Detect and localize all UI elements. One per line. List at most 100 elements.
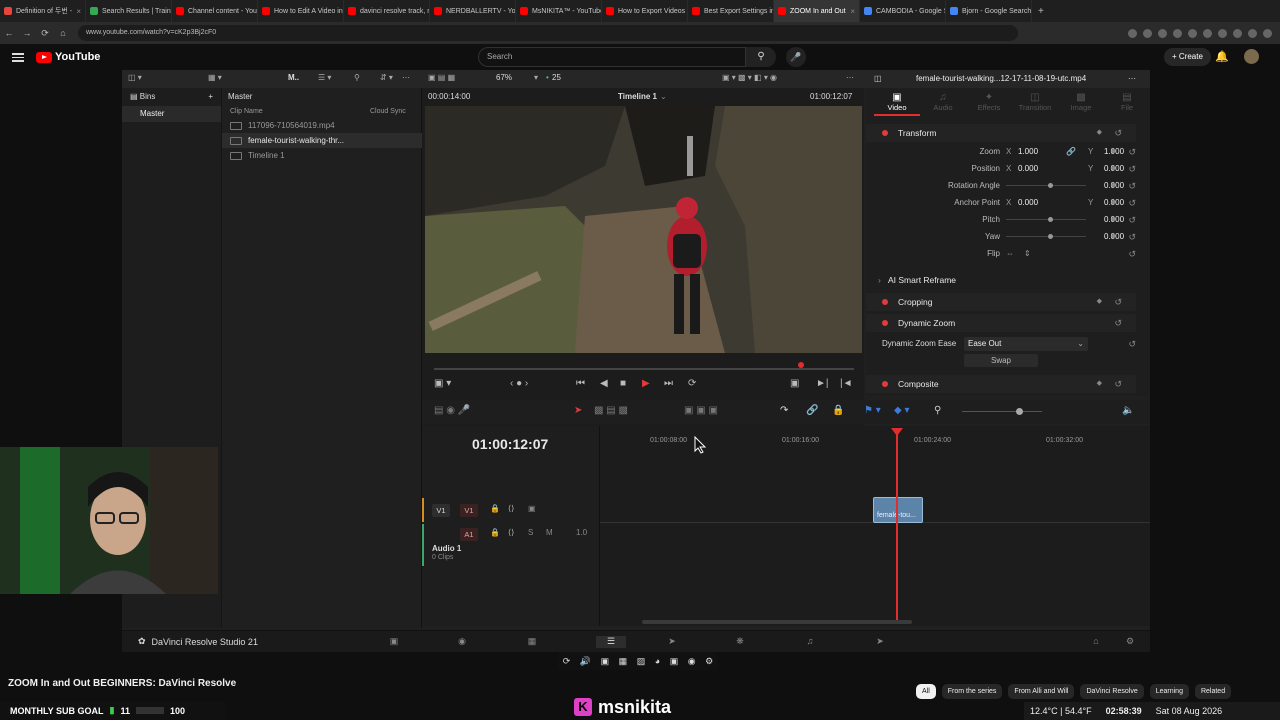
extension-icon[interactable] <box>1233 28 1242 38</box>
timeline-zoom-handle[interactable] <box>1016 408 1023 415</box>
url-field[interactable]: www.youtube.com/watch?v=cK2p3Bj2cF0 <box>78 25 1018 41</box>
filter-chip[interactable]: From Alli and Will <box>1008 684 1075 699</box>
cut-page-icon[interactable]: ◉ <box>456 636 468 648</box>
extension-icon[interactable] <box>1173 28 1182 38</box>
ai-smart-reframe-header[interactable]: › AI Smart Reframe <box>866 271 1136 289</box>
close-tab-icon[interactable]: × <box>850 7 855 16</box>
reset-icon[interactable]: ↺ <box>1128 212 1136 228</box>
enabled-dot-icon[interactable] <box>882 320 888 326</box>
expand-chevron-icon[interactable]: › <box>878 271 881 289</box>
reset-icon[interactable]: ↺ <box>1128 246 1136 262</box>
deliver-page-icon[interactable]: ➤ <box>874 636 886 648</box>
timeline-ruler[interactable]: 01:00:08:00 01:00:16:00 01:00:24:00 01:0… <box>600 426 1150 454</box>
new-tab-icon[interactable]: + <box>1038 6 1044 17</box>
settings-gear-icon[interactable]: ⚙ <box>1124 636 1136 648</box>
viewer-zoom-select[interactable]: 67% <box>496 70 512 86</box>
match-frame-icon[interactable]: ▣ <box>790 378 799 389</box>
rotation-slider[interactable] <box>1006 185 1086 186</box>
create-button[interactable]: + Create <box>1164 48 1211 66</box>
play-reverse-icon[interactable]: ◀ <box>600 378 608 389</box>
extension-icon[interactable] <box>1158 28 1167 38</box>
inspector-tab[interactable]: ▩ Image <box>1058 92 1104 112</box>
fairlight-page-icon[interactable]: ♫ <box>804 636 816 648</box>
reset-icon[interactable]: ↺ <box>1128 144 1136 160</box>
pitch-slider-handle[interactable] <box>1048 217 1053 222</box>
dynamic-zoom-section-header[interactable]: Dynamic Zoom ↺ <box>866 314 1136 332</box>
sort-icon[interactable]: ⇵ ▾ <box>380 70 393 86</box>
extension-icon[interactable] <box>1263 28 1272 38</box>
extension-icon[interactable] <box>1188 28 1197 38</box>
reset-icon[interactable]: ↺ <box>1128 178 1136 194</box>
crop-icon[interactable]: ▨ <box>637 656 646 667</box>
add-bin-icon[interactable]: + <box>208 88 213 106</box>
a1-badge[interactable]: A1 <box>460 528 478 541</box>
browser-tab[interactable]: Channel content - You× <box>172 0 258 22</box>
microphone-icon[interactable]: 🎤 <box>786 47 806 67</box>
browser-tab[interactable]: Bjorn - Google Search× <box>946 0 1032 22</box>
clip-row[interactable]: Timeline 1 <box>222 148 422 163</box>
reset-icon[interactable]: ↺ <box>1128 229 1136 245</box>
extension-icon[interactable] <box>1143 28 1152 38</box>
viewer-options-icon[interactable]: ▣ ▾ <box>434 378 451 389</box>
auto-select-icon[interactable]: ⟨⟩ <box>508 504 514 513</box>
filter-chip[interactable]: Related <box>1194 684 1232 699</box>
cropping-section-header[interactable]: Cropping ◆ ↺ <box>866 293 1136 311</box>
search-input[interactable]: Search <box>478 47 746 67</box>
more-options-icon[interactable]: ⋯ <box>402 70 410 86</box>
trim-tools-icon[interactable]: ▩ ▤ ▩ <box>594 405 628 416</box>
go-to-end-icon[interactable]: ⏭ <box>664 378 673 389</box>
reset-icon[interactable]: ↺ <box>1128 336 1136 352</box>
timeline-scrollbar[interactable] <box>642 620 912 624</box>
auto-select-icon[interactable]: ⟨⟩ <box>508 528 514 537</box>
link-icon[interactable]: 🔗 <box>806 405 818 416</box>
browser-tab[interactable]: MsNIKITA™ - YouTube× <box>516 0 602 22</box>
fusion-page-icon[interactable]: ➤ <box>666 636 678 648</box>
browser-tab[interactable]: Best Export Settings in× <box>688 0 774 22</box>
flag-icon[interactable]: ⚑ ▾ <box>864 405 881 416</box>
speed-icon[interactable]: ◕ <box>655 656 660 666</box>
enabled-dot-icon[interactable] <box>882 130 888 136</box>
lock-icon[interactable]: 🔒 <box>490 504 500 513</box>
home-icon[interactable]: ⌂ <box>54 28 72 38</box>
keyframe-icon[interactable]: ◆ <box>1097 375 1102 393</box>
reset-icon[interactable]: ↺ <box>1114 124 1122 142</box>
edit-overlay-icons[interactable]: ▣ ▣ ▣ <box>684 405 718 416</box>
keyframe-icon[interactable]: ◆ <box>1111 178 1116 194</box>
reload-icon[interactable]: ⟳ <box>36 28 54 39</box>
next-edit-icon[interactable]: ►| <box>816 378 829 389</box>
audio-icon[interactable]: 🔊 <box>580 656 591 667</box>
timeline-playhead[interactable] <box>896 432 898 622</box>
track-visibility-icon[interactable]: ▣ <box>528 504 536 513</box>
keyframe-icon[interactable]: ◆ <box>1111 161 1116 177</box>
timeline-name[interactable]: Timeline 1 <box>618 92 657 101</box>
lock-icon[interactable]: 🔒 <box>490 528 500 537</box>
notifications-bell-icon[interactable]: 🔔 <box>1215 50 1229 63</box>
timeline-dropdown-icon[interactable]: ⌄ <box>660 92 667 101</box>
zoom-x-field[interactable]: 1.000 <box>1018 144 1038 160</box>
mute-button[interactable]: M <box>546 528 553 537</box>
reset-icon[interactable]: ↺ <box>1128 161 1136 177</box>
viewer-zoom-dropdown-icon[interactable]: ▾ <box>534 70 538 86</box>
browser-tab[interactable]: NERDBALLERTV - YouT× <box>430 0 516 22</box>
snapping-icon[interactable]: ↷ <box>780 405 788 416</box>
solo-button[interactable]: S <box>528 528 533 537</box>
v1-destination-badge[interactable]: V1 <box>460 504 478 517</box>
timeline-view-options-icon[interactable]: ▤ ◉ 🎤 <box>434 405 470 416</box>
yaw-slider-handle[interactable] <box>1048 234 1053 239</box>
timeline-tracks[interactable]: 01:00:08:00 01:00:16:00 01:00:24:00 01:0… <box>600 426 1150 626</box>
forward-icon[interactable]: → <box>18 28 36 38</box>
close-tab-icon[interactable]: × <box>76 7 81 16</box>
master-bin-item[interactable]: Master <box>122 106 221 122</box>
enabled-dot-icon[interactable] <box>882 381 888 387</box>
scrubber-track[interactable] <box>434 368 854 370</box>
viewer-layout-icon[interactable]: ▣ ▤ ▦ <box>428 70 455 86</box>
media-page-icon[interactable]: ▣ <box>388 636 400 648</box>
enabled-dot-icon[interactable] <box>882 299 888 305</box>
lock-icon[interactable]: 🔒 <box>832 405 844 416</box>
go-to-start-icon[interactable]: ⏮ <box>576 378 585 389</box>
rotation-slider-handle[interactable] <box>1048 183 1053 188</box>
keyframe-icon[interactable]: ◆ <box>1097 124 1102 142</box>
avatar[interactable] <box>1244 49 1259 64</box>
inspector-more-icon[interactable]: ⋯ <box>1128 74 1136 83</box>
inspector-tab[interactable]: ✦ Effects <box>966 92 1012 112</box>
